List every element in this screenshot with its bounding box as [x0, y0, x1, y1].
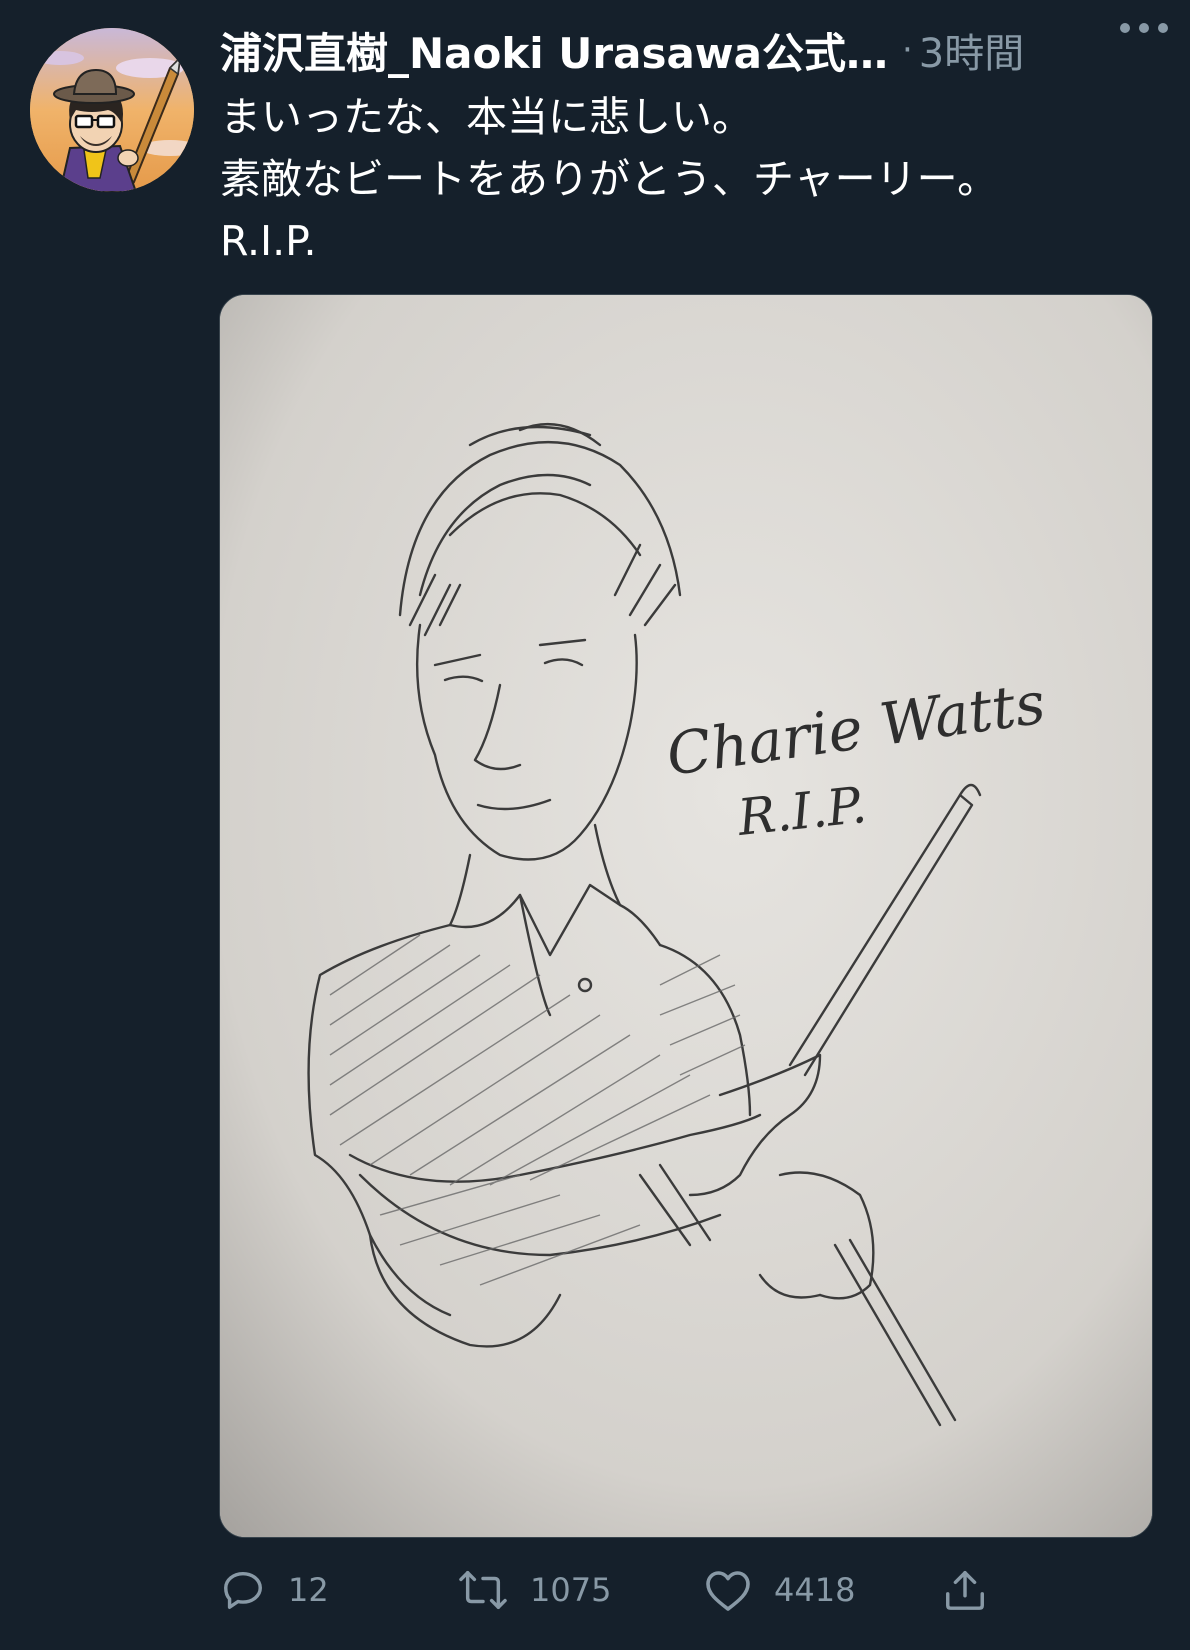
tweet-text-line: まいったな、本当に悲しい。 [220, 93, 753, 141]
tweet-text-line: R.I.P. [220, 217, 317, 265]
tweet[interactable]: 浦沢直樹_Naoki Urasawa公式… · 3時間 まいったな、本当に悲しい… [0, 0, 1190, 1650]
tweet-text: まいったな、本当に悲しい。 素敵なビートをありがとう、チャーリー。 R.I.P. [220, 86, 1160, 272]
tweet-text-line: 素敵なビートをありがとう、チャーリー。 [220, 155, 999, 203]
retweet-icon [459, 1571, 507, 1609]
reply-button[interactable]: 12 [220, 1560, 329, 1620]
heart-icon [706, 1571, 750, 1611]
tweet-header: 浦沢直樹_Naoki Urasawa公式… · 3時間 [220, 20, 1170, 80]
like-button[interactable]: 4418 [704, 1560, 855, 1620]
display-name[interactable]: 浦沢直樹_Naoki Urasawa公式… [220, 20, 888, 81]
action-bar: 12 1075 4418 [220, 1560, 1120, 1620]
separator-dot: · [901, 30, 913, 70]
share-icon [946, 1571, 984, 1610]
more-icon [1120, 23, 1168, 33]
retweet-button[interactable]: 1075 [458, 1560, 611, 1620]
more-button[interactable] [1116, 4, 1172, 52]
like-count: 4418 [774, 1571, 856, 1609]
reply-count: 12 [288, 1571, 329, 1609]
retweet-count: 1075 [530, 1571, 612, 1609]
tweet-image[interactable]: Charie Watts R.I.P. [219, 294, 1153, 1538]
share-button[interactable] [942, 1560, 988, 1620]
avatar[interactable] [30, 28, 194, 192]
reply-icon [224, 1571, 262, 1609]
timestamp[interactable]: 3時間 [919, 21, 1024, 79]
